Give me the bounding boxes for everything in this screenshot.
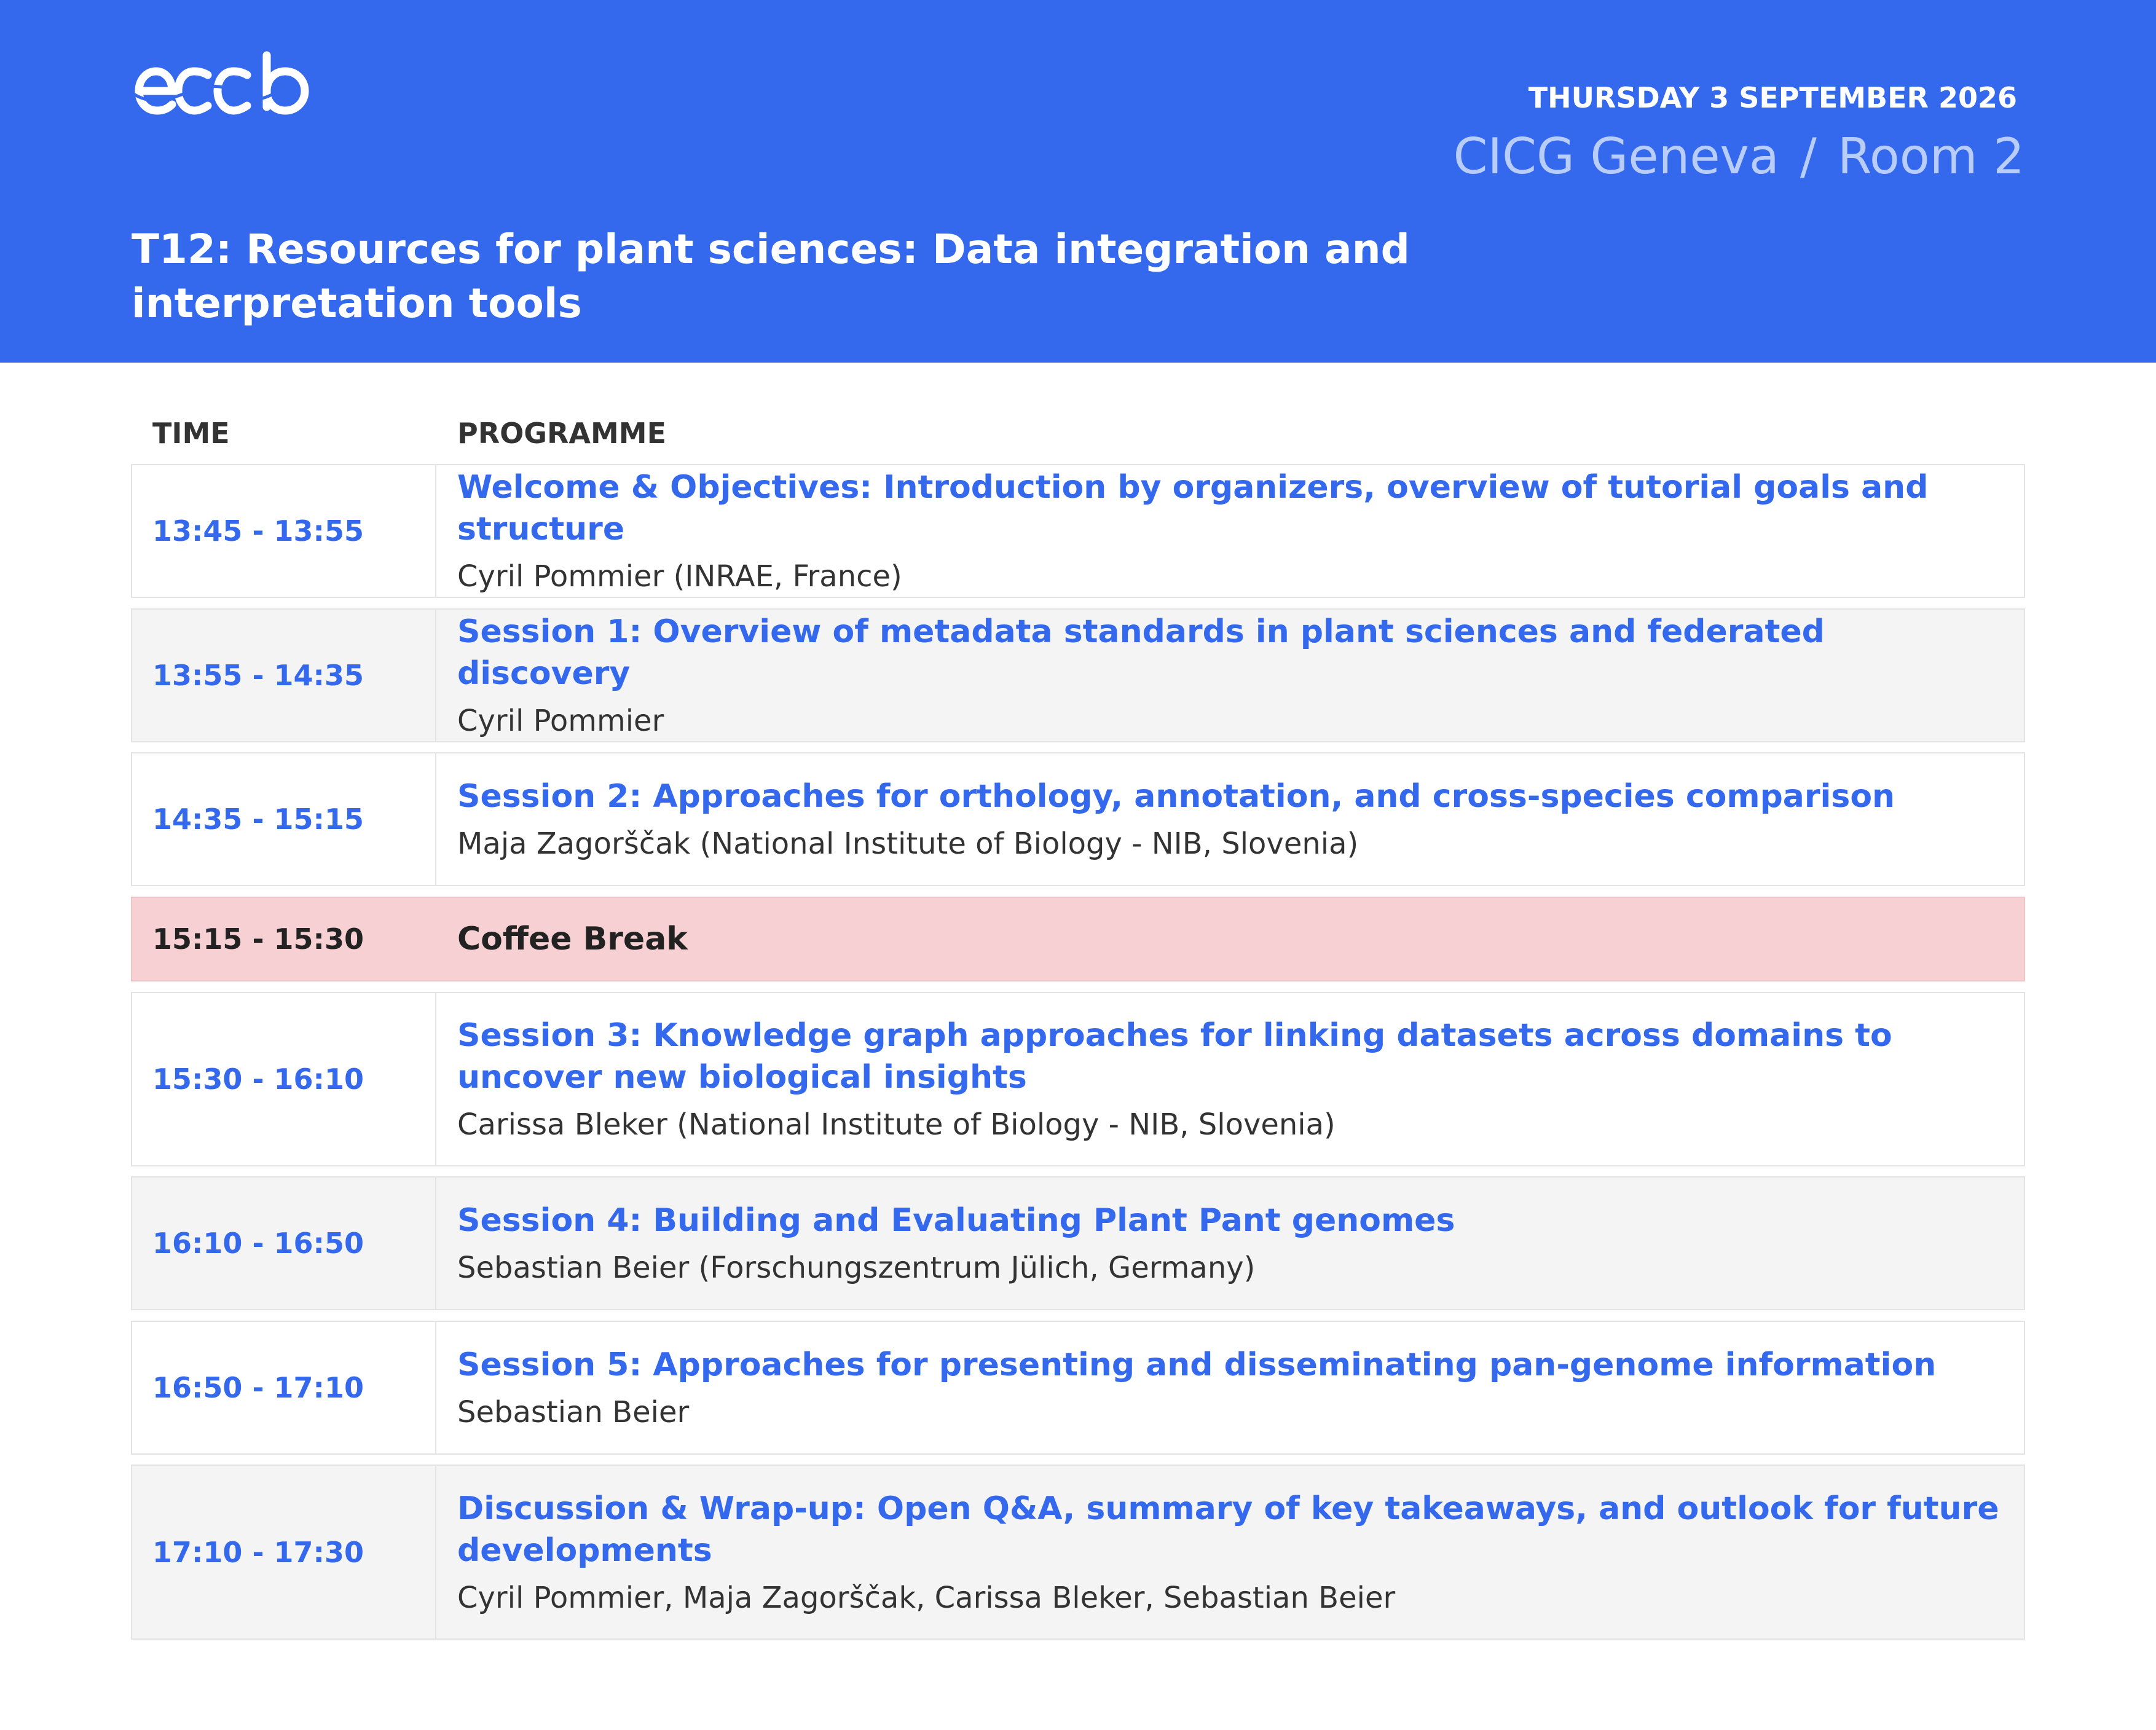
row-time: 14:35 - 15:15 <box>132 753 436 885</box>
row-programme: Coffee Break <box>436 898 2024 980</box>
row-programme: Session 4: Building and Evaluating Plant… <box>436 1178 2024 1309</box>
venue-separator: / <box>1800 128 1817 185</box>
row-time: 13:55 - 14:35 <box>132 610 436 741</box>
session-speaker: Cyril Pommier, Maja Zagorščak, Carissa B… <box>457 1580 1396 1615</box>
table-row: 16:50 - 17:10 Session 5: Approaches for … <box>131 1321 2025 1455</box>
session-title: Welcome & Objectives: Introduction by or… <box>457 469 1929 548</box>
eccb-logo <box>133 51 309 115</box>
session-speaker: Sebastian Beier (Forschungszentrum Jülic… <box>457 1251 1256 1285</box>
session-speaker: Cyril Pommier <box>457 704 664 738</box>
row-time: 16:10 - 16:50 <box>132 1178 436 1309</box>
table-row: 13:55 - 14:35 Session 1: Overview of met… <box>131 608 2025 742</box>
row-time: 13:45 - 13:55 <box>132 465 436 597</box>
session-speaker: Carissa Bleker (National Institute of Bi… <box>457 1107 1336 1142</box>
session-title: Session 5: Approaches for presenting and… <box>457 1347 1937 1383</box>
venue-line: CICG Geneva / Room 2 <box>1454 128 2024 185</box>
session-speaker: Cyril Pommier (INRAE, France) <box>457 559 902 594</box>
row-programme: Session 1: Overview of metadata standard… <box>436 610 2024 741</box>
row-programme: Session 5: Approaches for presenting and… <box>436 1322 2024 1453</box>
row-time: 17:10 - 17:30 <box>132 1466 436 1638</box>
session-speaker: Maja Zagorščak (National Institute of Bi… <box>457 827 1359 861</box>
table-row: 17:10 - 17:30 Discussion & Wrap-up: Open… <box>131 1465 2025 1640</box>
row-time: 15:15 - 15:30 <box>152 922 364 956</box>
header-banner: THURSDAY 3 SEPTEMBER 2026 CICG Geneva / Ro… <box>0 0 2156 363</box>
table-row: 14:35 - 15:15 Session 2: Approaches for … <box>131 752 2025 886</box>
session-title: Session 2: Approaches for orthology, ann… <box>457 778 1895 815</box>
column-header-time: TIME <box>152 417 230 450</box>
column-header-programme: PROGRAMME <box>457 417 666 450</box>
session-title: Session 4: Building and Evaluating Plant… <box>457 1202 1455 1239</box>
row-time: 15:30 - 16:10 <box>132 993 436 1165</box>
session-speaker: Sebastian Beier <box>457 1395 690 1429</box>
tutorial-title: T12: Resources for plant sciences: Data … <box>132 226 1410 327</box>
table-row: 13:45 - 13:55 Welcome & Objectives: Intr… <box>131 464 2025 598</box>
table-row: 15:30 - 16:10 Session 3: Knowledge graph… <box>131 992 2025 1166</box>
event-date: THURSDAY 3 SEPTEMBER 2026 <box>1528 81 2017 114</box>
row-programme: Session 3: Knowledge graph approaches fo… <box>436 993 2024 1165</box>
row-time: 16:50 - 17:10 <box>132 1322 436 1453</box>
row-programme: Welcome & Objectives: Introduction by or… <box>436 465 2024 597</box>
break-title: Coffee Break <box>457 921 688 957</box>
room-name: Room 2 <box>1837 128 2024 185</box>
row-programme: Discussion & Wrap-up: Open Q&A, summary … <box>436 1466 2024 1638</box>
table-row: 16:10 - 16:50 Session 4: Building and Ev… <box>131 1176 2025 1310</box>
session-title: Session 3: Knowledge graph approaches fo… <box>457 1017 1892 1096</box>
venue-name: CICG Geneva <box>1453 128 1779 185</box>
session-title: Session 1: Overview of metadata standard… <box>457 613 1825 692</box>
table-row-break: 15:15 - 15:30 Coffee Break <box>131 897 2025 981</box>
session-title: Discussion & Wrap-up: Open Q&A, summary … <box>457 1490 1999 1569</box>
row-programme: Session 2: Approaches for orthology, ann… <box>436 753 2024 885</box>
